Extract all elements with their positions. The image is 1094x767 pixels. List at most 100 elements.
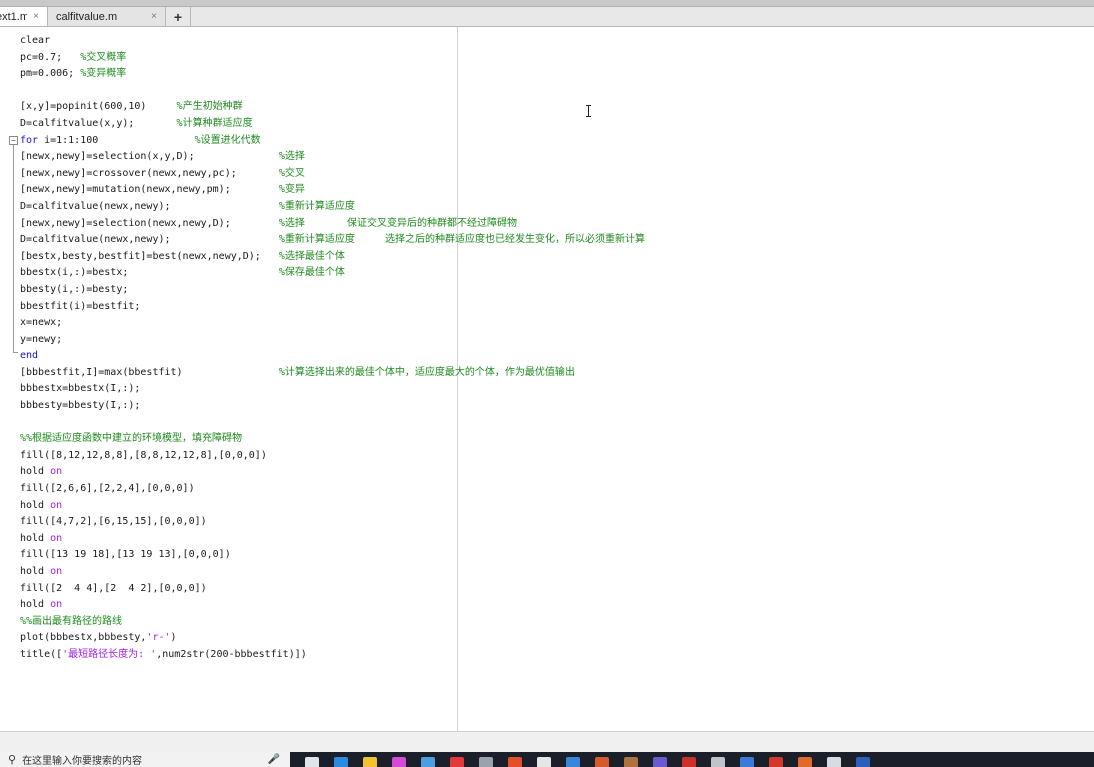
code-comment: %保存最佳个体: [278, 267, 345, 279]
calculator-icon[interactable]: [537, 757, 551, 767]
code-line[interactable]: bbesty(i,:)=besty;: [20, 282, 1080, 299]
code-line[interactable]: fill([8,12,12,8,8],[8,8,12,12,8],[0,0,0]…: [20, 448, 1080, 465]
code-editor[interactable]: − clear pc=0.7; %交叉概率 pm=0.006; %变异概率 [x,y]…: [0, 27, 1094, 731]
chrome-icon[interactable]: [421, 757, 435, 767]
matlab-icon[interactable]: [595, 757, 609, 767]
code-text: [newx,newy]=mutation(newx,newy,pm);: [20, 184, 279, 196]
code-text: plot(bbbestx,bbbesty,: [20, 632, 147, 644]
app-icon-red2[interactable]: [769, 757, 783, 767]
code-line[interactable]: hold on: [20, 564, 1080, 581]
windows-taskbar: ⚲ 在这里输入你要搜索的内容 🎤: [0, 752, 1094, 767]
code-line[interactable]: [bestx,besty,bestfit]=best(newx,newy,D);…: [20, 249, 1080, 266]
app-icon-red[interactable]: [450, 757, 464, 767]
code-comment: %选择: [278, 151, 305, 163]
code-line[interactable]: end: [20, 348, 1080, 365]
code-line[interactable]: [bbbestfit,I]=max(bbestfit) %计算选择出来的最佳个体…: [20, 365, 1080, 382]
code-string: on: [50, 599, 63, 611]
code-line[interactable]: hold on: [20, 464, 1080, 481]
code-line[interactable]: plot(bbbestx,bbbesty,'r-'): [20, 630, 1080, 647]
code-text: fill([8,12,12,8,8],[8,8,12,12,8],[0,0,0]…: [20, 449, 267, 461]
code-line[interactable]: fill([4,7,2],[6,15,15],[0,0,0]): [20, 514, 1080, 531]
app-icon-brown[interactable]: [624, 757, 638, 767]
taskbar-search-box[interactable]: ⚲ 在这里输入你要搜索的内容 🎤: [0, 752, 290, 767]
code-text: ): [170, 632, 177, 644]
app-icon-gray2[interactable]: [711, 757, 725, 767]
add-tab-button[interactable]: +: [166, 7, 191, 26]
code-line[interactable]: D=calfitvalue(newx,newy); %重新计算适应度: [20, 199, 1080, 216]
code-line[interactable]: [20, 83, 1080, 100]
code-line[interactable]: fill([13 19 18],[13 19 13],[0,0,0]): [20, 547, 1080, 564]
code-comment: %变异: [278, 184, 305, 196]
code-text: D=calfitvalue(x,y);: [20, 117, 177, 129]
matlab-editor-window: ext1.m × calfitvalue.m × + − clear pc=0.7…: [0, 0, 1094, 767]
code-line[interactable]: hold on: [20, 498, 1080, 515]
code-line[interactable]: hold on: [20, 531, 1080, 548]
app-icon-gray[interactable]: [479, 757, 493, 767]
code-line[interactable]: y=newy;: [20, 332, 1080, 349]
code-line[interactable]: fill([2 4 4],[2 4 2],[0,0,0]): [20, 581, 1080, 598]
file-explorer-icon[interactable]: [363, 757, 377, 767]
code-text: ,num2str(200-bbbestfit)]): [156, 648, 307, 660]
code-line[interactable]: bbbesty=bbesty(I,:);: [20, 398, 1080, 415]
code-line[interactable]: [newx,newy]=crossover(newx,newy,pc); %交叉: [20, 166, 1080, 183]
menu-bar-strip: [0, 0, 1094, 7]
tab-calfitvalue[interactable]: calfitvalue.m ×: [48, 7, 166, 26]
task-view-icon[interactable]: [305, 757, 319, 767]
code-line[interactable]: pc=0.7; %交叉概率: [20, 50, 1080, 67]
code-line[interactable]: bbestx(i,:)=bestx; %保存最佳个体: [20, 265, 1080, 282]
code-line[interactable]: [newx,newy]=selection(newx,newy,D); %选择 …: [20, 216, 1080, 233]
code-text: [bbbestfit,I]=max(bbestfit): [20, 366, 279, 378]
tab-ext1[interactable]: ext1.m ×: [0, 7, 48, 26]
code-text: hold: [20, 466, 51, 478]
network-icon[interactable]: [566, 757, 580, 767]
code-text: bbestfit(i)=bestfit;: [20, 300, 141, 312]
code-text: bbestx(i,:)=bestx;: [20, 267, 279, 279]
app-icon-blue[interactable]: [740, 757, 754, 767]
code-string: on: [50, 466, 63, 478]
matlab-running-icon[interactable]: [798, 757, 812, 767]
code-text: fill([4,7,2],[6,15,15],[0,0,0]): [20, 516, 207, 528]
code-line[interactable]: [x,y]=popinit(600,10) %产生初始种群: [20, 99, 1080, 116]
tab-label: ext1.m: [0, 10, 27, 23]
code-line[interactable]: [newx,newy]=selection(x,y,D); %选择: [20, 149, 1080, 166]
code-line[interactable]: D=calfitvalue(newx,newy); %重新计算适应度 选择之后的…: [20, 232, 1080, 249]
app-icon-violet[interactable]: [653, 757, 667, 767]
code-line[interactable]: hold on: [20, 597, 1080, 614]
code-line[interactable]: x=newx;: [20, 315, 1080, 332]
code-line[interactable]: bbestfit(i)=bestfit;: [20, 299, 1080, 316]
code-text: [newx,newy]=crossover(newx,newy,pc);: [20, 167, 279, 179]
code-line[interactable]: title(['最短路径长度为: ' ,num2str(200-bbbestfit…: [20, 647, 1080, 664]
close-icon[interactable]: ×: [149, 11, 159, 22]
code-line[interactable]: bbbestx=bbestx(I,:);: [20, 381, 1080, 398]
fold-toggle-icon[interactable]: −: [9, 136, 18, 145]
code-comment: %重新计算适应度: [278, 200, 355, 212]
editor-tab-bar: ext1.m × calfitvalue.m × +: [0, 7, 1094, 27]
code-text: hold: [20, 599, 51, 611]
editor-status-strip: [0, 731, 1094, 753]
code-line[interactable]: [20, 415, 1080, 432]
code-line[interactable]: D=calfitvalue(x,y); %计算种群适应度: [20, 116, 1080, 133]
code-line[interactable]: [newx,newy]=mutation(newx,newy,pm); %变异: [20, 182, 1080, 199]
code-line[interactable]: clear: [20, 33, 1080, 50]
editor-gutter: −: [0, 27, 20, 731]
code-comment: %计算选择出来的最佳个体中，适应度最大的个体，作为最优值输出: [278, 366, 575, 378]
code-line[interactable]: fill([2,6,6],[2,2,4],[0,0,0]): [20, 481, 1080, 498]
code-keyword: end: [20, 350, 39, 362]
code-line[interactable]: %%根据适应度函数中建立的环境模型，填充障碍物: [20, 431, 1080, 448]
app-icon-white[interactable]: [827, 757, 841, 767]
code-line[interactable]: for i=1:1:100 %设置进化代数: [20, 133, 1080, 150]
store-icon[interactable]: [392, 757, 406, 767]
word-icon[interactable]: [856, 757, 870, 767]
code-line[interactable]: %%画出最有路径的路线: [20, 614, 1080, 631]
code-string: '最短路径长度为: ': [62, 648, 157, 660]
app-icon-orange[interactable]: [508, 757, 522, 767]
code-text: [x,y]=popinit(600,10): [20, 101, 177, 113]
pdf-icon[interactable]: [682, 757, 696, 767]
code-comment: %计算种群适应度: [176, 117, 253, 129]
microphone-icon[interactable]: 🎤: [268, 754, 280, 765]
code-text: hold: [20, 532, 51, 544]
close-icon[interactable]: ×: [31, 11, 41, 22]
edge-icon[interactable]: [334, 757, 348, 767]
code-area[interactable]: clear pc=0.7; %交叉概率 pm=0.006; %变异概率 [x,y]=p…: [20, 33, 1080, 664]
code-line[interactable]: pm=0.006; %变异概率: [20, 66, 1080, 83]
